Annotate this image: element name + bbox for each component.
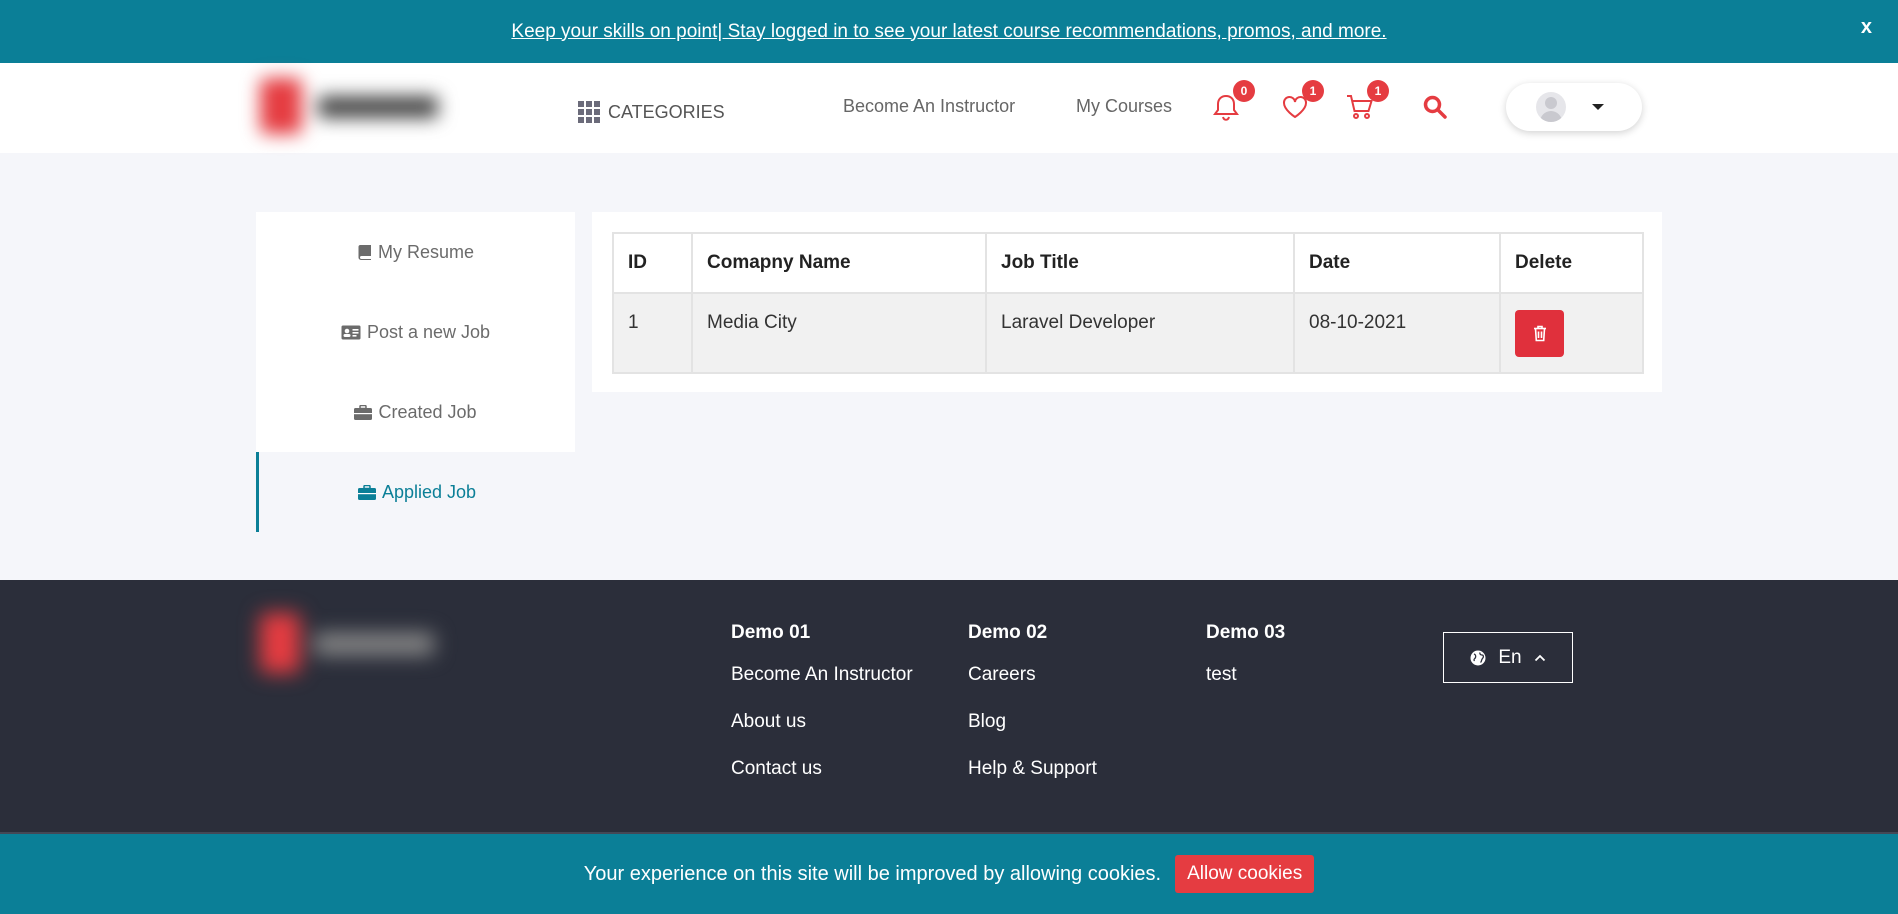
banner-close-button[interactable]: x <box>1861 16 1872 39</box>
footer-column-title: Demo 03 <box>1206 622 1286 643</box>
wishlist-badge: 1 <box>1302 80 1324 102</box>
applied-jobs-table: ID Comapny Name Job Title Date Delete 1 … <box>612 232 1644 374</box>
footer-column-demo-02: Demo 02 Careers Blog Help & Support <box>968 622 1097 805</box>
allow-cookies-button[interactable]: Allow cookies <box>1175 855 1315 893</box>
cell-delete <box>1499 292 1644 374</box>
footer-link-help-support[interactable]: Help & Support <box>968 758 1097 805</box>
cookie-message: Your experience on this site will be imp… <box>583 862 1162 885</box>
sidebar-item-post-job[interactable]: Post a new Job <box>256 292 575 372</box>
avatar <box>1536 92 1566 122</box>
user-menu-button[interactable] <box>1506 83 1642 131</box>
footer-column-demo-01: Demo 01 Become An Instructor About us Co… <box>731 622 913 805</box>
banner-login-link[interactable]: Keep your skills on point| Stay logged i… <box>511 21 1386 43</box>
footer-link-about-us[interactable]: About us <box>731 711 913 758</box>
column-header-job-title: Job Title <box>985 232 1295 294</box>
grid-icon <box>578 101 600 123</box>
language-label: En <box>1498 646 1522 668</box>
footer-column-demo-03: Demo 03 test <box>1206 622 1285 711</box>
column-header-id: ID <box>612 232 693 294</box>
footer-link-careers[interactable]: Careers <box>968 664 1097 711</box>
delete-button[interactable] <box>1515 310 1564 357</box>
become-instructor-link[interactable]: Become An Instructor <box>843 96 1015 117</box>
caret-down-icon <box>1592 104 1604 110</box>
cookie-consent-bar: Your experience on this site will be imp… <box>0 834 1898 914</box>
notifications-badge: 0 <box>1233 80 1255 102</box>
wishlist-button[interactable]: 1 <box>1280 80 1324 122</box>
book-icon <box>358 245 371 260</box>
search-button[interactable] <box>1420 92 1450 122</box>
cart-badge: 1 <box>1367 80 1389 102</box>
sidebar-item-label: My Resume <box>377 241 475 262</box>
sidebar-item-my-resume[interactable]: My Resume <box>256 212 575 292</box>
my-courses-link[interactable]: My Courses <box>1076 96 1172 117</box>
top-banner: Keep your skills on point| Stay logged i… <box>0 0 1898 63</box>
trash-icon <box>1533 325 1546 342</box>
footer-link-contact-us[interactable]: Contact us <box>731 758 913 805</box>
cell-company: Media City <box>691 292 987 374</box>
cell-date: 08-10-2021 <box>1293 292 1501 374</box>
language-selector[interactable]: En <box>1443 632 1573 683</box>
categories-label: CATEGORIES <box>608 101 725 122</box>
sidebar-item-label: Created Job <box>378 401 477 422</box>
account-sidebar: My Resume Post a new Job Created Job App… <box>256 212 575 532</box>
cell-job-title: Laravel Developer <box>985 292 1295 374</box>
cart-button[interactable]: 1 <box>1345 80 1389 122</box>
footer-link-blog[interactable]: Blog <box>968 711 1097 758</box>
globe-icon <box>1470 650 1486 665</box>
footer-logo[interactable] <box>252 605 452 685</box>
notifications-button[interactable]: 0 <box>1211 80 1255 122</box>
search-icon <box>1423 95 1447 119</box>
column-header-company: Comapny Name <box>691 232 987 294</box>
footer-column-title: Demo 02 <box>968 622 1048 643</box>
briefcase-icon <box>354 404 373 420</box>
sidebar-item-applied-job[interactable]: Applied Job <box>256 452 575 532</box>
applied-jobs-card: ID Comapny Name Job Title Date Delete 1 … <box>592 212 1662 392</box>
sidebar-item-label: Post a new Job <box>366 321 491 342</box>
table-header-row: ID Comapny Name Job Title Date Delete <box>612 232 1644 294</box>
sidebar-item-created-job[interactable]: Created Job <box>256 372 575 452</box>
column-header-date: Date <box>1293 232 1501 294</box>
footer-link-test[interactable]: test <box>1206 664 1285 711</box>
cell-id: 1 <box>612 292 693 374</box>
footer-link-become-instructor[interactable]: Become An Instructor <box>731 664 913 711</box>
categories-menu[interactable]: CATEGORIES <box>578 101 725 123</box>
id-card-icon <box>341 325 361 339</box>
table-row: 1 Media City Laravel Developer 08-10-202… <box>612 292 1644 374</box>
sidebar-item-label: Applied Job <box>381 481 477 502</box>
column-header-delete: Delete <box>1499 232 1644 294</box>
briefcase-icon <box>357 484 376 500</box>
site-logo[interactable] <box>252 72 472 138</box>
chevron-up-icon <box>1534 654 1545 661</box>
footer-column-title: Demo 01 <box>731 622 811 643</box>
